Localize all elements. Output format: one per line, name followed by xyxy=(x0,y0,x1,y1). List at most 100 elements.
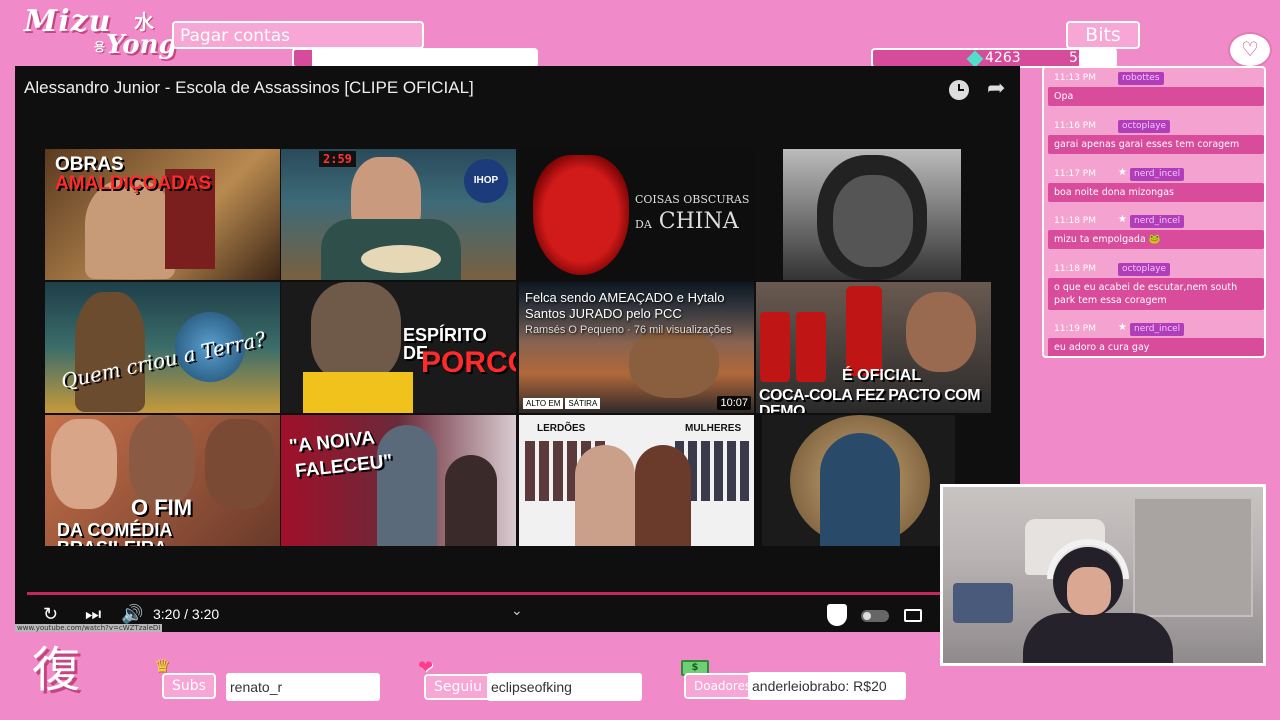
next-icon[interactable]: ⏭ xyxy=(85,604,101,625)
logo-text-mizu: Mizu xyxy=(24,4,112,39)
chat-text: o que eu acabei de escutar,nem south par… xyxy=(1048,278,1264,310)
chat-timestamp: 11:18 PM xyxy=(1054,264,1096,274)
hover-video-channel: Ramsés O Pequeno · 76 mil visualizações xyxy=(525,324,732,336)
volume-icon[interactable]: 🔊 xyxy=(121,604,143,625)
thumbnail-caption: O FIM xyxy=(131,495,193,520)
channel-logo: Mizu 水 용 Yong xyxy=(24,4,177,62)
chat-message: 11:18 PM nerd_incel ★ mizu ta empolgada … xyxy=(1048,214,1264,249)
video-thumbnail[interactable]: COISAS OBSCURAS DA CHINA xyxy=(519,149,754,280)
chevron-down-icon[interactable]: ⌄ xyxy=(511,602,523,619)
chat-username: octoplaye xyxy=(1118,263,1171,276)
thumbnail-image xyxy=(760,312,790,382)
thumbnail-image xyxy=(846,286,882,376)
star-badge-icon: ★ xyxy=(1118,214,1127,225)
subtitles-icon[interactable] xyxy=(904,609,922,622)
video-duration: 10:07 xyxy=(717,396,751,410)
share-icon[interactable]: ➦ xyxy=(987,76,1005,101)
bits-total: 5000 xyxy=(1069,50,1105,66)
video-thumbnail[interactable]: LERDÕES MULHERES xyxy=(519,415,754,546)
thumbnail-image xyxy=(303,372,413,413)
thumbnail-image xyxy=(205,419,275,509)
thumbnail-image xyxy=(51,419,117,509)
replay-icon[interactable]: ↻ xyxy=(43,604,58,625)
video-progress-bar[interactable] xyxy=(27,592,1008,595)
link-preview-url: www.youtube.com/watch?v=cWZTzaleDI xyxy=(15,624,163,632)
goal-progress-fill xyxy=(294,50,312,66)
chat-timestamp: 11:18 PM xyxy=(1054,216,1096,226)
chat-message: 11:18 PM octoplaye o que eu acabei de es… xyxy=(1048,263,1264,310)
thumbnail-hover-info: Felca sendo AMEAÇADO e Hytalo Santos JUR… xyxy=(525,290,748,338)
thumbnail-image xyxy=(129,415,195,505)
video-thumbnail[interactable]: "A NOIVA FALECEU" xyxy=(281,415,516,546)
video-thumbnail[interactable]: ESPÍRITO DE PORCO xyxy=(281,282,516,413)
webcam-background xyxy=(1133,497,1253,617)
thumbnail-image xyxy=(85,179,175,279)
thumbnail-caption: É OFICIAL xyxy=(842,367,922,384)
bits-label: Bits xyxy=(1066,21,1140,49)
chat-panel: 11:13 PM robottes Opa 11:16 PM octoplaye… xyxy=(1042,66,1266,358)
thumbnail-image xyxy=(635,445,691,546)
chat-username: robottes xyxy=(1118,72,1164,85)
video-player[interactable]: Alessandro Junior - Escola de Assassinos… xyxy=(15,66,1020,632)
chat-text: Opa xyxy=(1048,87,1264,106)
video-thumbnail[interactable]: É OFICIAL COCA-COLA FEZ PACTO COM DEMO xyxy=(756,282,991,413)
thumbnail-caption: DA COMÉDIA BRASILEIRA xyxy=(57,520,172,546)
chat-message: 11:16 PM octoplaye garai apenas garai es… xyxy=(1048,120,1264,154)
video-thumbnail[interactable]: O FIM DA COMÉDIA BRASILEIRA xyxy=(45,415,280,546)
thumbnail-caption: MULHERES xyxy=(685,423,742,434)
kanji-logo: 復 xyxy=(31,642,80,698)
thumbnail-image xyxy=(377,425,437,546)
subs-label: Subs xyxy=(162,673,216,699)
demon-mask-image xyxy=(533,155,629,275)
heart-speech-bubble-icon: ♡ xyxy=(1228,32,1272,68)
goal-total: R$1,000 xyxy=(474,50,533,66)
chat-text: eu adoro a cura gay xyxy=(1048,338,1264,356)
logo-text-hangul: 용 xyxy=(94,40,106,54)
thumbnail-caption: IHOP xyxy=(464,159,508,203)
video-thumbnail[interactable]: OBRAS AMALDIÇOADAS xyxy=(45,149,280,280)
thumbnail-image xyxy=(75,292,145,412)
time-readout: 3:20 / 3:20 xyxy=(153,606,220,622)
hover-video-title: Felca sendo AMEAÇADO e Hytalo Santos JUR… xyxy=(525,290,725,321)
latest-donation: anderleiobrabo: R$20 xyxy=(748,672,906,700)
chat-message: 11:19 PM nerd_incel ★ eu adoro a cura ga… xyxy=(1048,322,1264,356)
thumbnail-image xyxy=(361,245,441,273)
video-thumbnail-hovered[interactable]: Felca sendo AMEAÇADO e Hytalo Santos JUR… xyxy=(519,282,754,413)
bits-progress-bar: 4263 5000 xyxy=(871,48,1117,68)
chat-timestamp: 11:19 PM xyxy=(1054,324,1096,334)
video-thumbnail[interactable] xyxy=(762,415,955,546)
chat-timestamp: 11:16 PM xyxy=(1054,121,1096,131)
thumbnail-image xyxy=(833,175,913,267)
chat-username: nerd_incel xyxy=(1130,323,1185,336)
goal-progress-bar: R$73 R$1,000 xyxy=(292,48,538,68)
thumbnail-caption: 2:59 xyxy=(319,151,356,167)
latest-sub: renato_r xyxy=(226,673,380,701)
bits-current: 4263 xyxy=(985,50,1021,66)
thumbnail-caption: PORCO xyxy=(421,346,516,379)
thumbnail-caption: OBRAS AMALDIÇOADAS xyxy=(55,154,212,194)
thumbnail-image xyxy=(445,455,497,546)
chat-username: octoplaye xyxy=(1118,120,1171,133)
webcam-background xyxy=(953,583,1013,623)
logo-text-yong: Yong xyxy=(106,30,177,60)
chat-timestamp: 11:17 PM xyxy=(1054,169,1096,179)
video-thumbnail[interactable]: 2:59 IHOP xyxy=(281,149,516,280)
video-thumbnail[interactable]: Quem criou a Terra? xyxy=(45,282,280,413)
thumbnail-badge: ALTO EM SÁTIRA xyxy=(523,398,601,409)
thumbnail-image xyxy=(820,433,900,546)
latest-follower: eclipseofking xyxy=(487,673,642,701)
sponsorblock-icon[interactable] xyxy=(827,604,847,626)
autoplay-toggle[interactable] xyxy=(861,610,889,622)
chat-text: mizu ta empolgada 🐸 xyxy=(1048,230,1264,249)
video-thumbnail[interactable] xyxy=(783,149,961,280)
chat-timestamp: 11:13 PM xyxy=(1054,73,1096,83)
video-title[interactable]: Alessandro Junior - Escola de Assassinos… xyxy=(24,78,474,98)
thumbnail-image xyxy=(796,312,826,382)
streamer-body xyxy=(1023,613,1173,663)
goal-current: R$73 xyxy=(398,50,435,66)
thumbnail-image xyxy=(575,445,635,546)
pig-head-image xyxy=(311,282,401,382)
goal-label: Pagar contas xyxy=(172,21,424,49)
watch-later-icon[interactable] xyxy=(949,80,969,100)
chat-username: nerd_incel xyxy=(1130,168,1185,181)
